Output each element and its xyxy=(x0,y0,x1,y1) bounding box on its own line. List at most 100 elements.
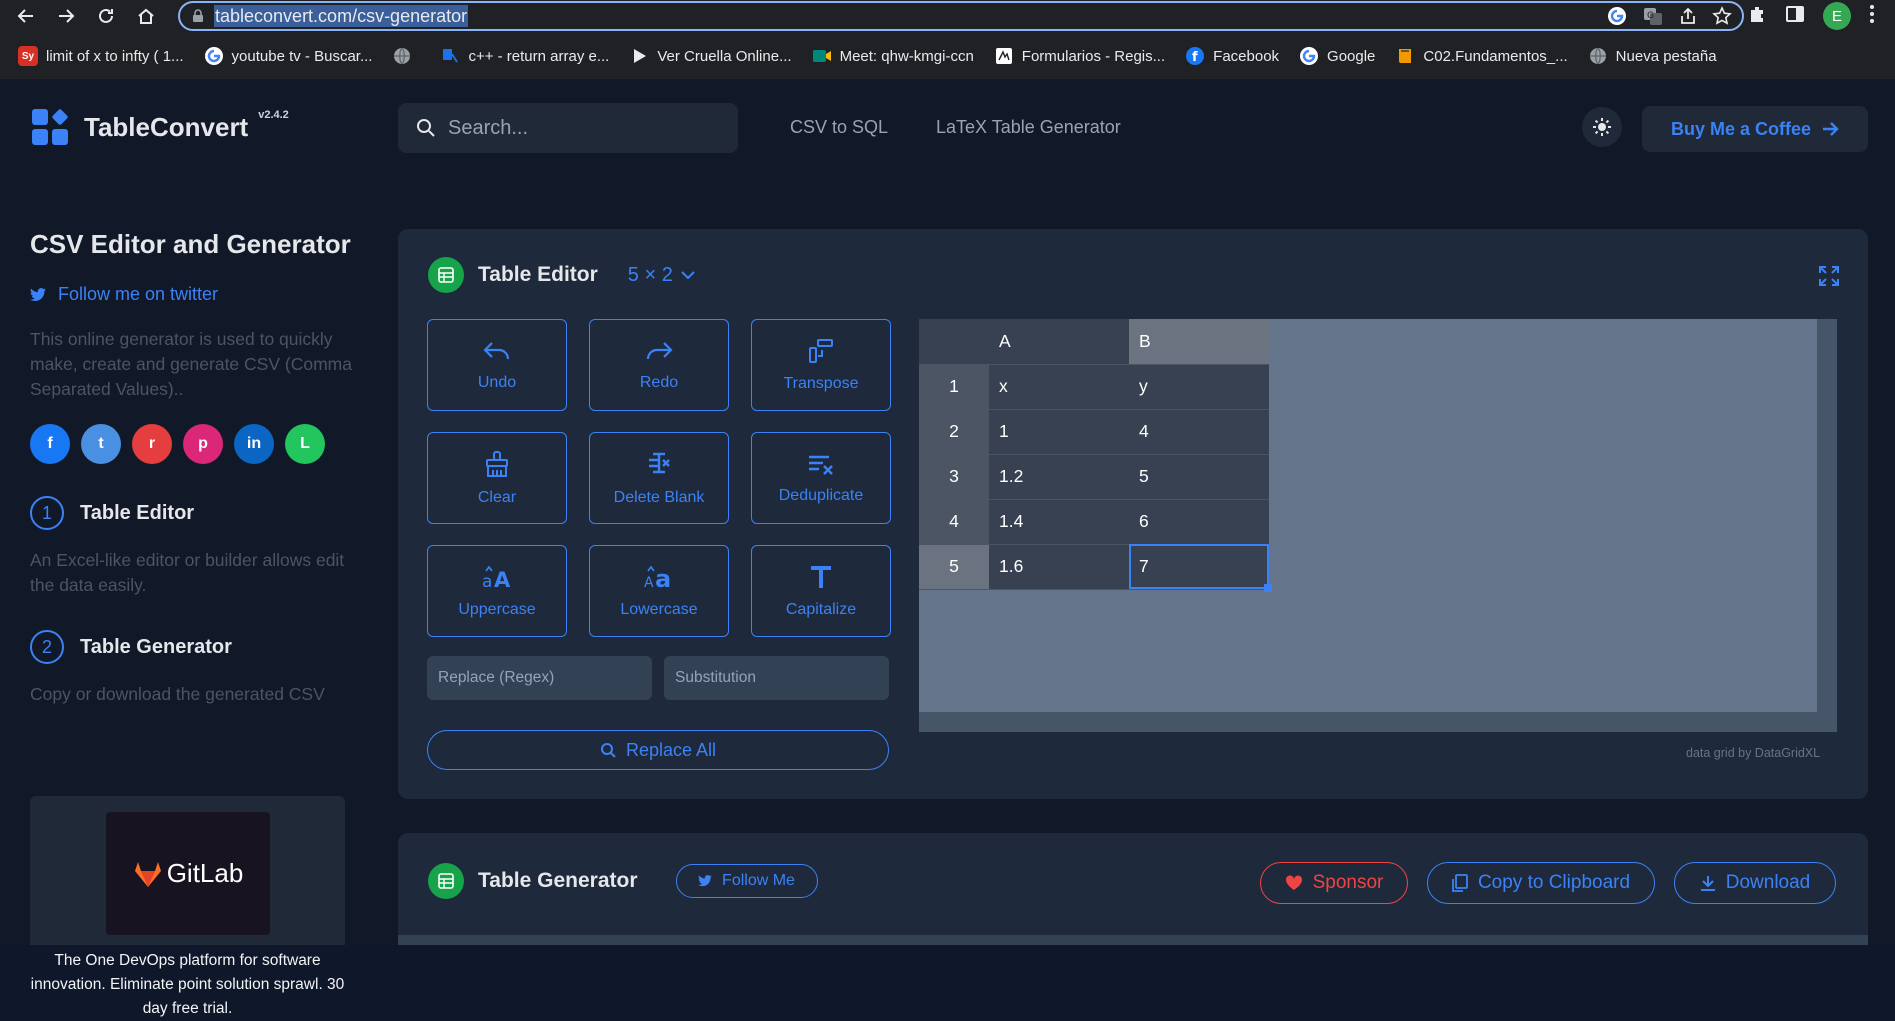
google-icon xyxy=(1299,46,1319,66)
buy-coffee-button[interactable]: Buy Me a Coffee xyxy=(1642,106,1868,152)
forward-button[interactable] xyxy=(46,2,86,30)
datagrid-credit[interactable]: data grid by DataGridXL xyxy=(1686,746,1820,760)
download-button[interactable]: Download xyxy=(1674,862,1836,904)
row-header[interactable]: 4 xyxy=(919,499,989,545)
grid-cell[interactable]: 6 xyxy=(1129,499,1269,545)
google-lens-icon[interactable] xyxy=(1606,5,1628,32)
line-glyph: L xyxy=(300,435,310,452)
tool-label: Capitalize xyxy=(785,600,857,618)
extensions-icon[interactable] xyxy=(1747,4,1767,29)
sponsor-button[interactable]: Sponsor xyxy=(1260,862,1408,904)
profile-avatar[interactable]: E xyxy=(1823,2,1851,30)
table-editor-header: Table Editor 5 × 2 xyxy=(428,257,695,293)
lowercase-icon: Aa xyxy=(643,564,675,601)
bookmark-star-icon[interactable] xyxy=(1712,6,1732,31)
address-bar[interactable]: tableconvert.com/csv-generator G xyxy=(178,1,1744,31)
replace-all-button[interactable]: Replace All xyxy=(427,730,889,770)
deduplicate-button[interactable]: Deduplicate xyxy=(751,432,891,524)
column-header[interactable]: A xyxy=(989,319,1129,365)
cell-value: 1.6 xyxy=(999,556,1024,576)
cell-value: y xyxy=(1139,376,1148,396)
search-box[interactable]: Search... xyxy=(398,103,738,153)
row-header[interactable]: 3 xyxy=(919,454,989,500)
reload-button[interactable] xyxy=(86,2,126,30)
table-editor-panel: Table Editor 5 × 2 Undo Redo Transpose Clea… xyxy=(398,229,1868,799)
transpose-button[interactable]: Transpose xyxy=(751,319,891,411)
site-logo[interactable]: TableConvert v2.4.2 xyxy=(30,107,289,147)
bookmark-item[interactable]: f Facebook xyxy=(1185,46,1279,66)
bookmark-item[interactable]: Formularios - Regis... xyxy=(994,46,1165,66)
svg-text:f: f xyxy=(1192,50,1198,65)
row-header[interactable]: 2 xyxy=(919,409,989,455)
bookmark-item[interactable]: Meet: qhw-kmgi-ccn xyxy=(812,46,974,66)
bookmark-item[interactable]: Sy limit of x to infty ( 1... xyxy=(18,46,184,66)
uppercase-button[interactable]: a A Uppercase xyxy=(427,545,567,637)
twitter-share-icon[interactable]: t xyxy=(81,424,121,464)
line-share-icon[interactable]: L xyxy=(285,424,325,464)
follow-me-button[interactable]: Follow Me xyxy=(675,864,818,898)
row-header[interactable]: 1 xyxy=(919,364,989,410)
data-grid[interactable]: A B 1 x y 2 1 4 3 1.2 5 4 1.4 6 5 1.6 7 xyxy=(919,319,1837,732)
table-generator-header: Table Generator Follow Me xyxy=(428,863,818,899)
ad-text: The One DevOps platform for software inn… xyxy=(30,952,345,1017)
replace-regex-input[interactable] xyxy=(427,656,652,700)
fullscreen-button[interactable] xyxy=(1819,266,1839,291)
facebook-share-icon[interactable]: f xyxy=(30,424,70,464)
bookmark-item[interactable]: C02.Fundamentos_... xyxy=(1395,46,1568,66)
omnibox-actions: G xyxy=(1606,5,1732,32)
fill-handle[interactable] xyxy=(1264,583,1272,592)
translate-icon[interactable]: G xyxy=(1642,5,1664,32)
bookmark-label: c++ - return array e... xyxy=(468,47,610,65)
grid-cell[interactable]: 1.6 xyxy=(989,544,1129,590)
share-icon[interactable] xyxy=(1678,6,1698,31)
tool-buttons: Undo Redo Transpose Clear Delete Blank Dedupl… xyxy=(427,319,891,637)
capitalize-button[interactable]: Capitalize xyxy=(751,545,891,637)
url-text[interactable]: tableconvert.com/csv-generator xyxy=(214,5,469,27)
substitution-input[interactable] xyxy=(664,656,889,700)
lowercase-button[interactable]: Aa Lowercase xyxy=(589,545,729,637)
grid-cell[interactable]: 1.2 xyxy=(989,454,1129,500)
tool-label: Clear xyxy=(477,488,517,506)
bookmark-item[interactable] xyxy=(392,46,420,66)
delete-blank-button[interactable]: Delete Blank xyxy=(589,432,729,524)
table-size-dropdown[interactable]: 5 × 2 xyxy=(628,264,695,287)
grid-cell[interactable]: y xyxy=(1129,364,1269,410)
row-header[interactable]: 5 xyxy=(919,544,989,590)
horizontal-scrollbar[interactable] xyxy=(919,712,1837,732)
bookmark-item[interactable]: c++ - return array e... xyxy=(440,46,609,66)
svg-text:a: a xyxy=(482,572,492,590)
redo-button[interactable]: Redo xyxy=(589,319,729,411)
vertical-scrollbar[interactable] xyxy=(1817,319,1837,732)
pinterest-share-icon[interactable]: p xyxy=(183,424,223,464)
side-panel-icon[interactable] xyxy=(1785,4,1805,29)
theme-toggle[interactable] xyxy=(1582,107,1622,147)
grid-cell[interactable]: x xyxy=(989,364,1129,410)
bookmark-item[interactable]: youtube tv - Buscar... xyxy=(204,46,372,66)
latex-table-link[interactable]: LaTeX Table Generator xyxy=(936,117,1121,138)
twitter-follow-link[interactable]: Follow me on twitter xyxy=(30,284,360,305)
home-button[interactable] xyxy=(126,2,166,30)
grid-corner[interactable] xyxy=(919,319,989,365)
bookmark-item[interactable]: Ver Cruella Online... xyxy=(629,46,792,66)
clear-button[interactable]: Clear xyxy=(427,432,567,524)
grid-cell[interactable]: 4 xyxy=(1129,409,1269,455)
back-button[interactable] xyxy=(6,2,46,30)
gitlab-ad[interactable]: GitLab The One DevOps platform for softw… xyxy=(30,796,345,1017)
version-badge: v2.4.2 xyxy=(258,109,289,121)
replace-all-label: Replace All xyxy=(625,739,717,760)
copy-clipboard-button[interactable]: Copy to Clipboard xyxy=(1427,862,1655,904)
menu-kebab-icon[interactable] xyxy=(1869,4,1875,29)
undo-button[interactable]: Undo xyxy=(427,319,567,411)
grid-cell[interactable]: 5 xyxy=(1129,454,1269,500)
column-header[interactable]: B xyxy=(1129,319,1269,365)
linkedin-share-icon[interactable]: in xyxy=(234,424,274,464)
sidebar-description: This online generator is used to quickly… xyxy=(30,329,352,399)
grid-cell[interactable]: 1 xyxy=(989,409,1129,455)
bookmark-item[interactable]: Google xyxy=(1299,46,1375,66)
grid-cell[interactable]: 1.4 xyxy=(989,499,1129,545)
step-number: 2 xyxy=(30,630,64,664)
csv-to-sql-link[interactable]: CSV to SQL xyxy=(790,117,888,138)
reddit-share-icon[interactable]: r xyxy=(132,424,172,464)
bookmark-item[interactable]: Nueva pestaña xyxy=(1588,46,1717,66)
grid-cell-active[interactable]: 7 xyxy=(1129,544,1272,592)
